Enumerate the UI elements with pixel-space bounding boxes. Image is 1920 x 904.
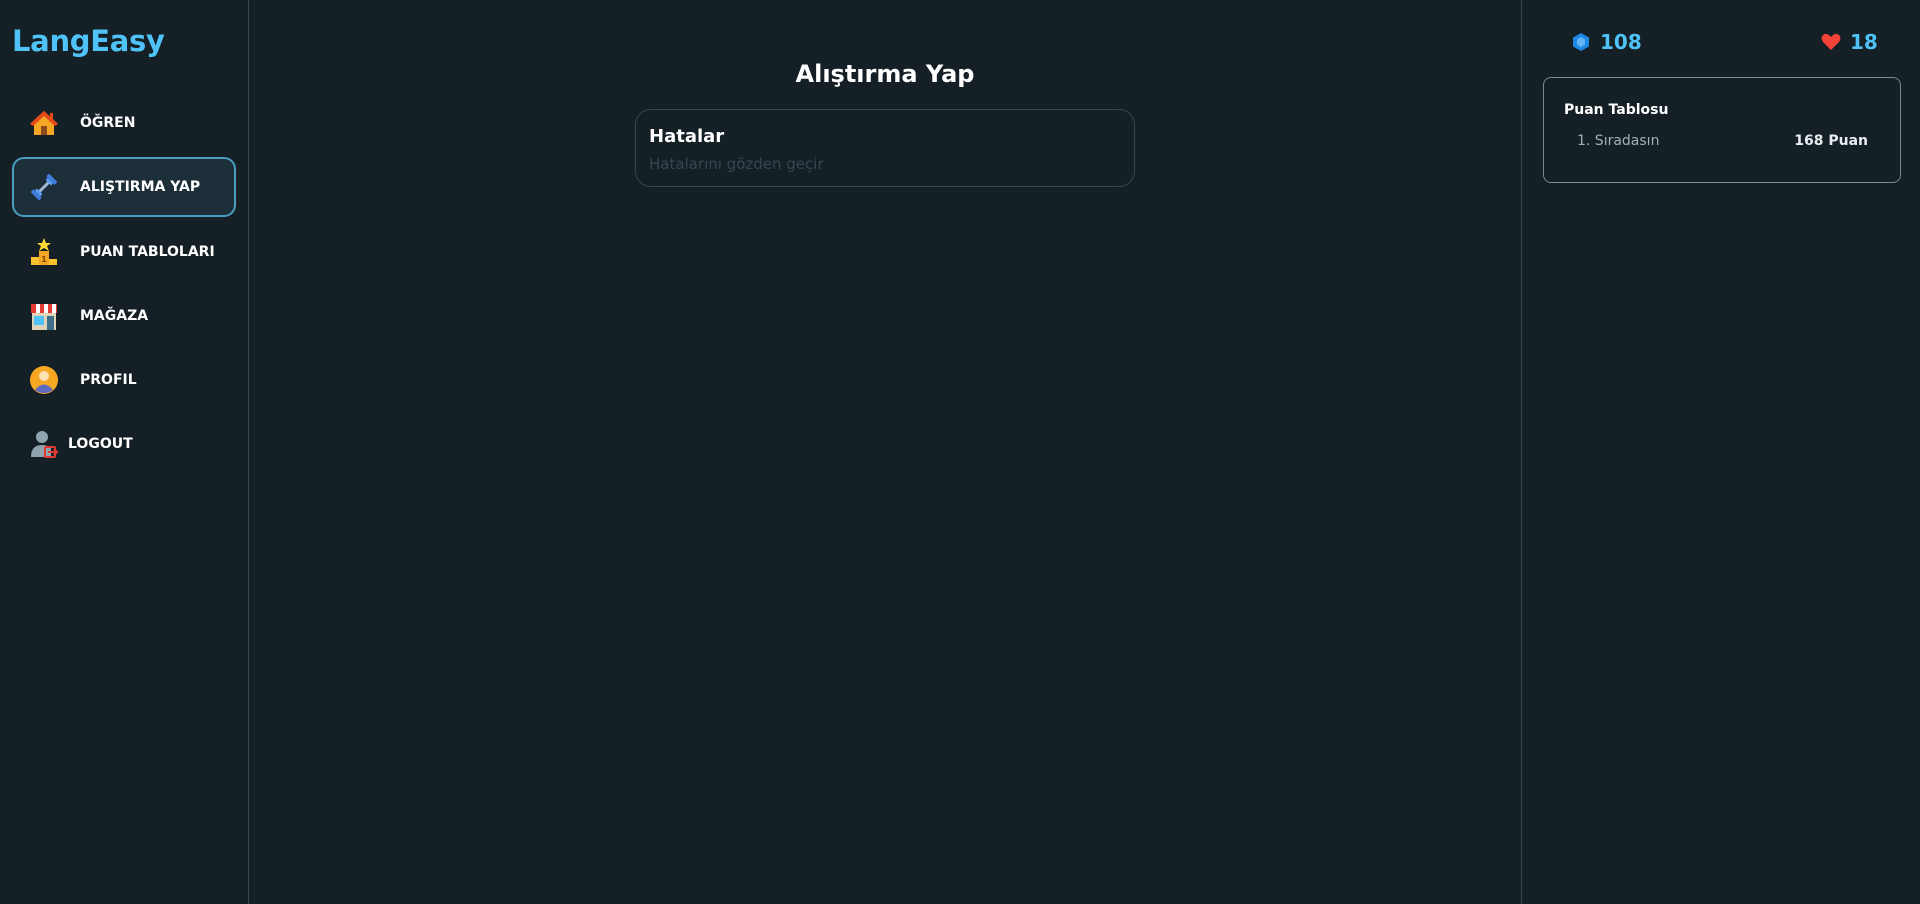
app-logo[interactable]: LangEasy <box>12 24 165 58</box>
shop-icon <box>28 300 60 332</box>
hearts-value: 18 <box>1850 30 1878 54</box>
right-panel: 108 18 Puan Tablosu 1. Sıradasın 168 Pua… <box>1521 0 1920 904</box>
main-content: Alıştırma Yap Hatalar Hatalarını gözden … <box>249 0 1521 904</box>
sidebar-item-label: MAĞAZA <box>80 308 149 324</box>
page-title: Alıştırma Yap <box>795 60 975 88</box>
sidebar-item-logout[interactable]: LOGOUT <box>12 414 236 474</box>
sidebar-item-practice[interactable]: ALIŞTIRMA YAP <box>12 157 236 217</box>
svg-text:1: 1 <box>41 255 47 264</box>
sidebar-item-profile[interactable]: PROFIL <box>12 350 236 410</box>
gem-icon <box>1570 31 1592 53</box>
sidebar-item-learn[interactable]: ÖĞREN <box>12 93 236 153</box>
leaderboard-points: 168 Puan <box>1794 133 1868 149</box>
sidebar-item-shop[interactable]: MAĞAZA <box>12 286 236 346</box>
sidebar-item-label: LOGOUT <box>68 436 133 452</box>
sidebar-item-leaderboards[interactable]: 1 PUAN TABLOLARI <box>12 222 236 282</box>
mistakes-card[interactable]: Hatalar Hatalarını gözden geçir <box>635 109 1135 187</box>
leaderboard-card: Puan Tablosu 1. Sıradasın 168 Puan <box>1543 77 1901 183</box>
gems-counter[interactable]: 108 <box>1570 30 1642 54</box>
card-title: Hatalar <box>649 126 725 147</box>
home-icon <box>28 107 60 139</box>
app-root: LangEasy ÖĞREN ALIŞTIRMA YAP 1 PUAN TABL… <box>0 0 1920 904</box>
logout-icon <box>28 428 60 460</box>
leaderboard-rank: 1. Sıradasın <box>1577 133 1660 149</box>
sidebar-item-label: ÖĞREN <box>80 115 136 131</box>
heart-icon <box>1820 31 1842 53</box>
hearts-counter[interactable]: 18 <box>1820 30 1878 54</box>
profile-icon <box>28 364 60 396</box>
dumbbell-icon <box>28 171 60 203</box>
podium-icon: 1 <box>28 236 60 268</box>
sidebar-item-label: PUAN TABLOLARI <box>80 244 215 260</box>
sidebar-item-label: ALIŞTIRMA YAP <box>80 179 201 195</box>
card-subtitle: Hatalarını gözden geçir <box>649 155 824 173</box>
sidebar-item-label: PROFIL <box>80 372 137 388</box>
sidebar: LangEasy ÖĞREN ALIŞTIRMA YAP 1 PUAN TABL… <box>0 0 249 904</box>
leaderboard-title: Puan Tablosu <box>1564 102 1669 118</box>
gems-value: 108 <box>1600 30 1642 54</box>
